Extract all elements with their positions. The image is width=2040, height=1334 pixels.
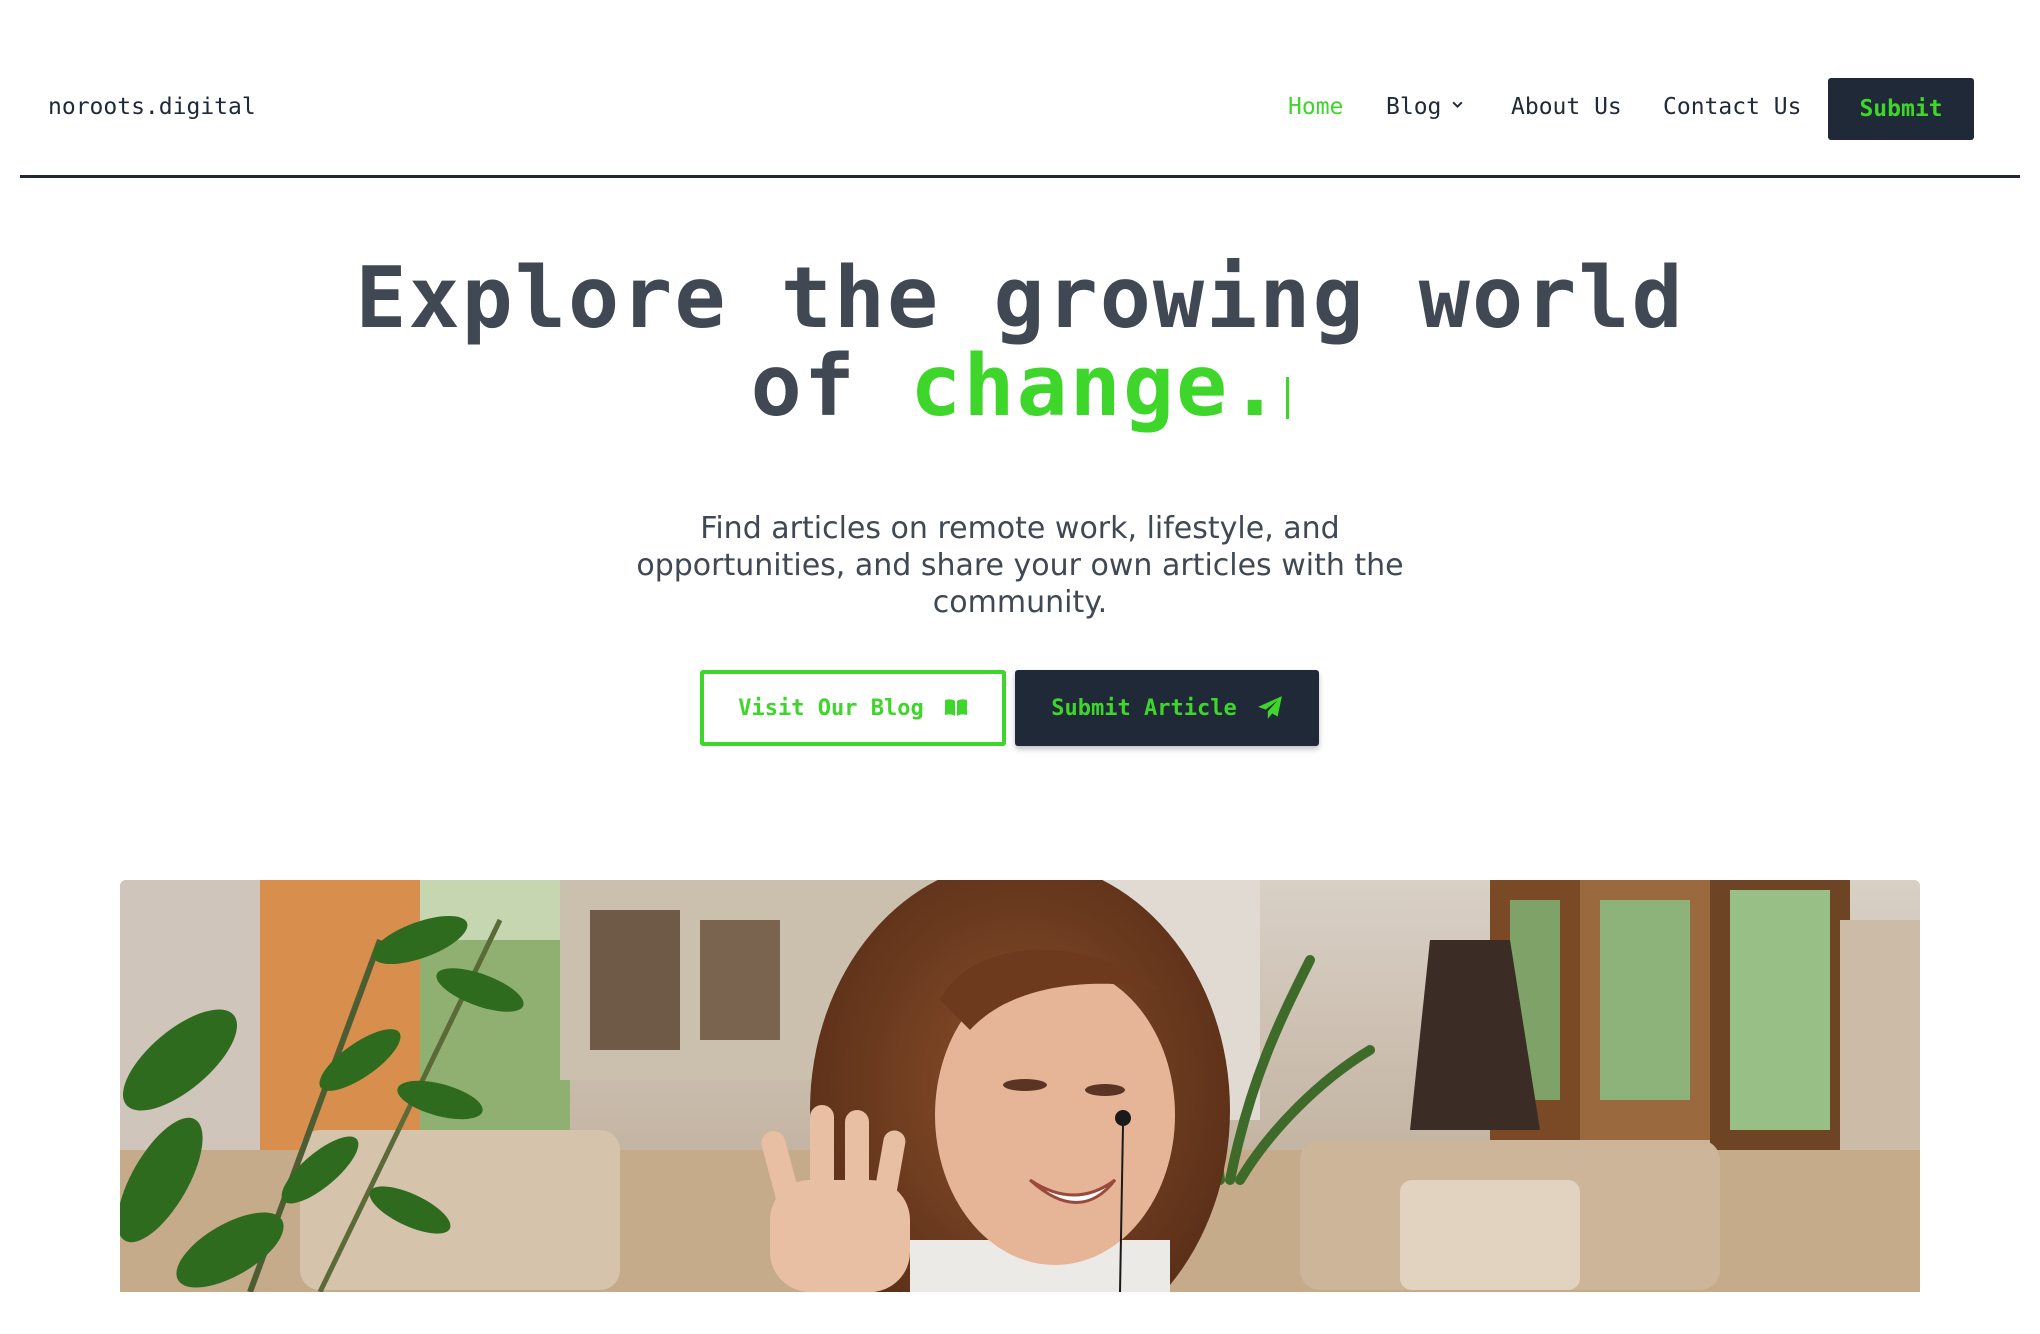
woman-waving-video-call-photo xyxy=(120,880,1920,1292)
submit-article-label: Submit Article xyxy=(1051,695,1237,721)
header-submit-button[interactable]: Submit xyxy=(1828,78,1974,140)
hero-title-prefix: of xyxy=(750,337,911,436)
nav-blog[interactable]: Blog xyxy=(1386,94,1464,120)
chevron-down-icon xyxy=(1452,101,1463,109)
site-header: noroots.digital Home Blog About Us Conta… xyxy=(20,0,2020,178)
nav-contact[interactable]: Contact Us xyxy=(1663,94,1801,120)
hero-photo xyxy=(120,880,1920,1292)
paper-plane-icon xyxy=(1257,696,1282,719)
visit-blog-label: Visit Our Blog xyxy=(738,695,924,721)
typing-cursor xyxy=(1286,377,1290,419)
nav-home[interactable]: Home xyxy=(1288,94,1343,120)
visit-blog-button[interactable]: Visit Our Blog xyxy=(700,670,1006,746)
nav-about[interactable]: About Us xyxy=(1511,94,1622,120)
hero-title: Explore the growing world of change. xyxy=(0,255,2040,431)
hero-title-accent: change. xyxy=(910,337,1283,436)
site-logo[interactable]: noroots.digital xyxy=(48,94,256,120)
submit-article-button[interactable]: Submit Article xyxy=(1015,670,1319,746)
book-open-icon xyxy=(944,699,967,716)
hero-title-line1: Explore the growing world xyxy=(355,249,1685,348)
nav-blog-label: Blog xyxy=(1386,94,1442,120)
hero-subtitle: Find articles on remote work, lifestyle,… xyxy=(636,511,1404,620)
